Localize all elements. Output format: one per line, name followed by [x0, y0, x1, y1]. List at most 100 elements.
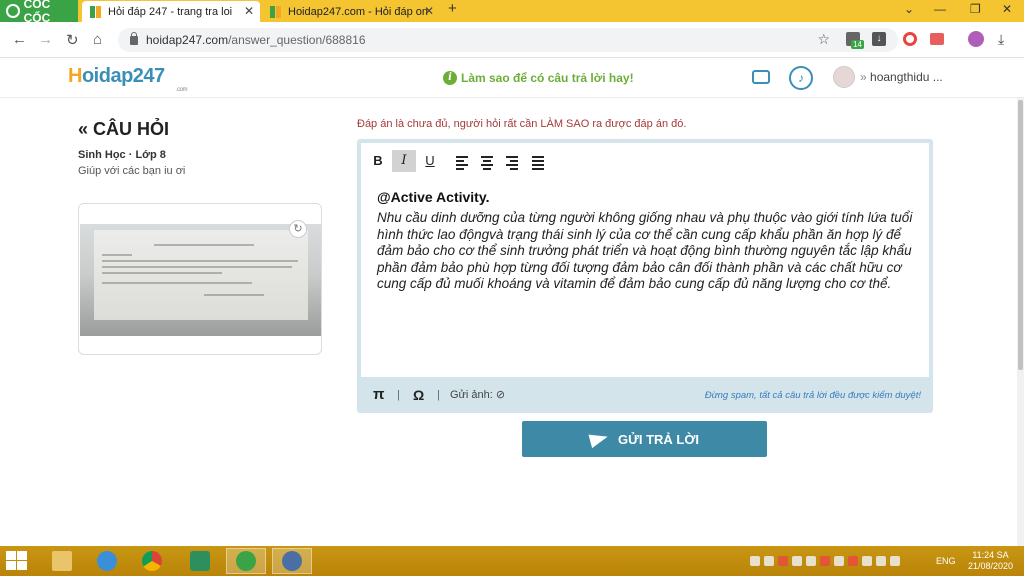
answer-mention: @Active Activity.: [377, 189, 490, 205]
scrollbar-thumb[interactable]: [1018, 100, 1023, 370]
close-tab-icon[interactable]: ✕: [424, 4, 434, 18]
worksheet-photo: [94, 230, 308, 320]
lock-icon: [130, 31, 138, 45]
site-logo[interactable]: Hoidap247 .com: [68, 65, 188, 93]
editor-toolbar: B I U: [361, 143, 929, 175]
editor-footer: π | Ω | Gửi ảnh: ⊘ Đừng spam, tất cả câu…: [357, 379, 933, 413]
speaker-icon[interactable]: [792, 556, 802, 566]
tray-icon[interactable]: [750, 556, 760, 566]
tab-hoidap-home[interactable]: Hoidap247.com - Hỏi đáp on ✕: [262, 1, 440, 22]
math-formula-button[interactable]: π: [373, 386, 384, 403]
question-image[interactable]: [80, 224, 321, 336]
divider: |: [397, 389, 400, 401]
system-clock[interactable]: 11:24 SA 21/08/2020: [968, 550, 1013, 572]
align-left-icon[interactable]: [450, 150, 474, 172]
submit-label: GỬI TRẢ LỜI: [617, 431, 700, 447]
clock-date: 21/08/2020: [968, 561, 1014, 571]
bold-button[interactable]: B: [366, 150, 390, 172]
answer-body: Nhu cầu dinh dưỡng của từng người không …: [377, 210, 913, 291]
align-right-icon[interactable]: [500, 150, 524, 172]
answer-editor: B I U @Active Activity. Nhu cầu dinh dưỡ…: [357, 139, 933, 413]
logo-main: oidap247: [81, 65, 165, 87]
bookmark-star-icon[interactable]: ☆: [817, 31, 830, 48]
rotate-icon[interactable]: ↻: [289, 220, 307, 238]
system-tray: [750, 554, 930, 568]
tray-icon[interactable]: [834, 556, 844, 566]
windows-start-icon[interactable]: [6, 551, 28, 571]
question-text: Giúp với các bạn iu ơi: [78, 165, 186, 177]
download-icon[interactable]: ↓: [872, 32, 886, 46]
question-heading: CÂU HỎI: [93, 119, 170, 139]
tab-hoidap-answer[interactable]: Hỏi đáp 247 - trang tra loi ✕: [82, 1, 260, 22]
close-window-button[interactable]: ✕: [1002, 2, 1012, 16]
tab-list-chevron-icon[interactable]: ⌄: [904, 2, 914, 16]
url-host: hoidap247.com: [146, 33, 229, 47]
tray-icon[interactable]: [876, 556, 886, 566]
back-arrow-icon[interactable]: ←: [12, 31, 27, 48]
chrome-icon[interactable]: [132, 548, 172, 574]
profile-icon[interactable]: [968, 31, 984, 47]
globe-app-icon[interactable]: [272, 548, 312, 574]
url-path: /answer_question/688816: [228, 33, 366, 47]
home-icon[interactable]: ⌂: [93, 31, 102, 48]
close-tab-icon[interactable]: ✕: [244, 4, 254, 18]
hoidap-favicon-icon: [270, 5, 282, 18]
italic-button[interactable]: I: [392, 150, 416, 172]
attach-label: Gửi ảnh:: [450, 389, 493, 401]
site-header: Hoidap247 .com i Làm sao để có câu trả l…: [0, 58, 1024, 98]
minimize-button[interactable]: —: [934, 2, 946, 16]
tray-icon[interactable]: [862, 556, 872, 566]
back-chevron-icon[interactable]: «: [78, 119, 88, 139]
adblock-icon[interactable]: [930, 33, 944, 45]
username-menu[interactable]: » hoangthidu ...: [860, 70, 943, 84]
internet-explorer-icon[interactable]: [87, 548, 127, 574]
tip-text: Làm sao để có câu trả lời hay!: [461, 71, 634, 85]
coccoc-logo-icon: [6, 4, 20, 18]
align-justify-icon[interactable]: [526, 150, 550, 172]
answer-textarea[interactable]: @Active Activity. Nhu cầu dinh dưỡng của…: [361, 175, 929, 377]
download-badge: 14: [851, 40, 864, 49]
avatar[interactable]: [833, 66, 855, 88]
special-chars-button[interactable]: Ω: [413, 387, 424, 403]
new-tab-button[interactable]: +: [448, 0, 457, 17]
align-center-icon[interactable]: [475, 150, 499, 172]
tray-icon[interactable]: [848, 556, 858, 566]
divider: |: [437, 389, 440, 401]
bell-icon[interactable]: ♪: [789, 66, 813, 90]
question-subject: Sinh Học · Lớp 8: [78, 149, 166, 161]
network-icon[interactable]: [890, 556, 900, 566]
chat-icon[interactable]: [752, 70, 770, 84]
tab-title: Hoidap247.com - Hỏi đáp on: [288, 5, 429, 18]
clock-time: 11:24 SA: [972, 550, 1009, 560]
tip-link[interactable]: i Làm sao để có câu trả lời hay!: [443, 71, 634, 85]
username-label: hoangthidu ...: [870, 70, 943, 84]
logo-h: H: [68, 65, 82, 87]
tray-icon[interactable]: [764, 556, 774, 566]
attach-image-button[interactable]: Gửi ảnh: ⊘: [450, 388, 505, 401]
app-launcher-icon[interactable]: [180, 548, 220, 574]
tray-icon[interactable]: [806, 556, 816, 566]
submit-answer-button[interactable]: GỬI TRẢ LỜI: [522, 421, 767, 457]
windows-taskbar: ENG 11:24 SA 21/08/2020: [0, 546, 1024, 576]
coccoc-menu-button[interactable]: CỐC CỐC: [0, 0, 78, 25]
tray-icon[interactable]: [778, 556, 788, 566]
maximize-button[interactable]: ❐: [970, 2, 981, 16]
download-tray-icon[interactable]: ⤓: [998, 31, 1004, 48]
coccoc-extension-icon[interactable]: [903, 32, 917, 46]
reload-icon[interactable]: ↻: [66, 31, 79, 49]
underline-button[interactable]: U: [418, 150, 442, 172]
forward-arrow-icon[interactable]: →: [38, 31, 53, 48]
question-image-card[interactable]: ↻: [78, 203, 322, 355]
page-title: « CÂU HỎI: [78, 119, 169, 140]
info-icon: i: [443, 71, 457, 85]
spam-note: Đừng spam, tất cả câu trả lời đều được k…: [704, 390, 921, 401]
file-explorer-icon[interactable]: [42, 548, 82, 574]
browser-tab-strip: CỐC CỐC Hỏi đáp 247 - trang tra loi ✕ Ho…: [0, 0, 1024, 25]
send-icon: [588, 429, 610, 449]
coccoc-taskbar-icon[interactable]: [226, 548, 266, 574]
tab-title: Hỏi đáp 247 - trang tra loi: [108, 5, 233, 18]
address-bar[interactable]: hoidap247.com/answer_question/688816 ☆ 1…: [118, 28, 898, 52]
language-indicator[interactable]: ENG: [936, 556, 956, 566]
logo-sub: .com: [176, 87, 188, 93]
tray-icon[interactable]: [820, 556, 830, 566]
